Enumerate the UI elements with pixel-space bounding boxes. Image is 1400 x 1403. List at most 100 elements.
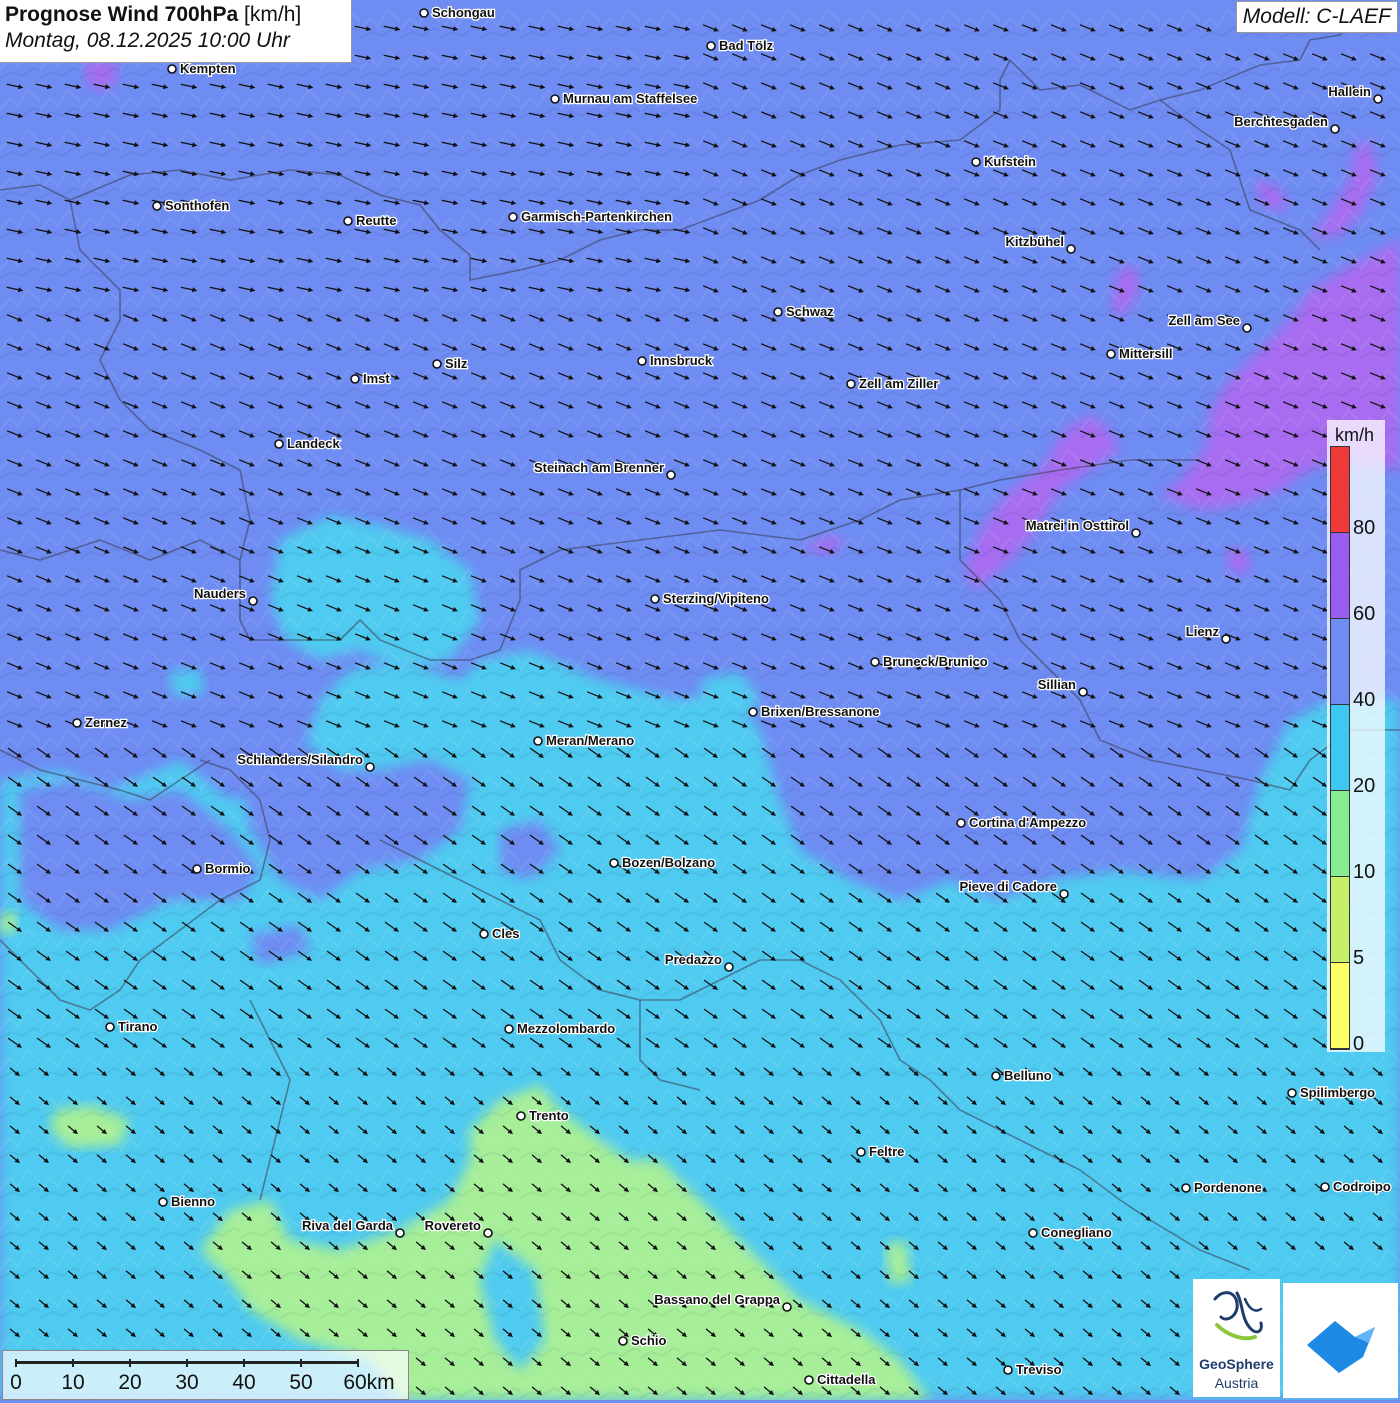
wind-forecast-map[interactable]: Schongau Bad Tölz Kempten Murnau am Staffel… xyxy=(0,0,1400,1400)
legend-segment xyxy=(1331,619,1349,705)
city-label: Silz xyxy=(445,356,468,371)
city-marker[interactable]: Meran/Merano xyxy=(533,732,635,749)
city-marker[interactable]: Sterzing/Vipiteno xyxy=(650,590,770,607)
city-dot xyxy=(274,439,284,449)
city-label: Spilimbergo xyxy=(1300,1085,1375,1100)
city-dot xyxy=(991,1071,1001,1081)
city-dot xyxy=(748,707,758,717)
city-label: Belluno xyxy=(1004,1068,1052,1083)
city-dot xyxy=(1106,349,1116,359)
geosphere-logo-icon xyxy=(1213,1291,1263,1341)
city-label: Kufstein xyxy=(984,154,1036,169)
city-dot xyxy=(365,762,375,772)
city-marker[interactable]: Murnau am Staffelsee xyxy=(550,90,699,107)
city-marker[interactable]: Cortina d'Ampezzo xyxy=(956,814,1088,831)
scale-tick xyxy=(300,1359,302,1367)
city-label: Rovereto xyxy=(425,1218,481,1233)
city-dot xyxy=(870,657,880,667)
scale-bar: 0 10 20 30 40 50 60km xyxy=(2,1350,409,1400)
scale-label: 50 xyxy=(289,1371,313,1394)
city-dot xyxy=(706,41,716,51)
city-marker[interactable]: Spilimbergo xyxy=(1287,1084,1376,1101)
city-label: Schlanders/Silandro xyxy=(237,752,363,767)
city-marker[interactable]: Mezzolombardo xyxy=(504,1020,617,1037)
legend-label: 5 xyxy=(1353,947,1365,969)
city-label: Sonthofen xyxy=(165,198,229,213)
scale-label: 60km xyxy=(343,1371,395,1394)
city-label: Cittadella xyxy=(817,1372,876,1387)
city-label: Bormio xyxy=(205,861,251,876)
city-dot xyxy=(550,94,560,104)
city-label: Predazzo xyxy=(665,952,722,967)
city-marker[interactable]: Conegliano xyxy=(1028,1224,1113,1241)
geosphere-logo[interactable]: GeoSphere Austria xyxy=(1193,1279,1280,1397)
city-marker[interactable]: Bruneck/Brunico xyxy=(870,653,989,670)
city-dot xyxy=(192,864,202,874)
city-label: Reutte xyxy=(356,213,396,228)
scale-label: 0 xyxy=(10,1371,22,1394)
legend-label: 20 xyxy=(1353,775,1376,797)
city-label: Schio xyxy=(631,1333,666,1348)
city-label: Bad Tölz xyxy=(719,38,774,53)
city-dot xyxy=(1287,1088,1297,1098)
city-label: Landeck xyxy=(287,436,341,451)
scale-tick xyxy=(72,1359,74,1367)
legend-segment xyxy=(1331,447,1349,533)
city-dot xyxy=(516,1111,526,1121)
city-dot xyxy=(395,1228,405,1238)
city-marker[interactable]: Innsbruck xyxy=(637,352,714,369)
legend-label: 80 xyxy=(1353,517,1376,539)
city-dot xyxy=(1059,889,1069,899)
map-title-bold: Prognose Wind 700hPa xyxy=(5,3,239,26)
city-marker[interactable]: Schongau xyxy=(419,4,496,21)
city-marker[interactable]: Zell am Ziller xyxy=(846,375,940,392)
legend-segment xyxy=(1331,963,1349,1049)
city-label: Cles xyxy=(492,926,519,941)
city-label: Hallein xyxy=(1328,84,1371,99)
city-label: Sillian xyxy=(1038,677,1076,692)
city-dot xyxy=(105,1022,115,1032)
legend-label: 10 xyxy=(1353,861,1376,883)
city-dot xyxy=(1066,244,1076,254)
city-marker[interactable]: Pordenone xyxy=(1181,1179,1263,1196)
city-dot xyxy=(618,1336,628,1346)
city-marker[interactable]: Brixen/Bressanone xyxy=(748,703,881,720)
city-dot xyxy=(1003,1365,1013,1375)
city-dot xyxy=(1078,687,1088,697)
city-dot xyxy=(1320,1182,1330,1192)
city-label: Innsbruck xyxy=(650,353,713,368)
city-label: Pieve di Cadore xyxy=(959,879,1057,894)
city-dot xyxy=(483,1228,493,1238)
city-label: Codroipo xyxy=(1333,1179,1391,1194)
legend-label: 60 xyxy=(1353,603,1376,625)
city-label: Mittersill xyxy=(1119,346,1172,361)
legend-label: 40 xyxy=(1353,689,1376,711)
city-label: Bienno xyxy=(171,1194,215,1209)
city-marker[interactable]: Bozen/Bolzano xyxy=(609,854,716,871)
city-marker[interactable]: Sonthofen xyxy=(152,197,231,214)
city-marker[interactable]: Garmisch-Partenkirchen xyxy=(508,208,673,225)
legend-segment xyxy=(1331,533,1349,619)
city-label: Nauders xyxy=(194,586,246,601)
city-label: Lienz xyxy=(1186,624,1220,639)
city-dot xyxy=(1131,528,1141,538)
city-dot xyxy=(846,379,856,389)
city-label: Kitzbühel xyxy=(1006,234,1065,249)
map-title: Prognose Wind 700hPa [km/h] xyxy=(5,3,346,27)
city-label: Schongau xyxy=(432,5,495,20)
legend-segment xyxy=(1331,791,1349,877)
city-label: Conegliano xyxy=(1041,1225,1112,1240)
city-label: Meran/Merano xyxy=(546,733,634,748)
city-dot xyxy=(956,818,966,828)
scale-label: 10 xyxy=(61,1371,85,1394)
city-dot xyxy=(432,359,442,369)
city-label: Brixen/Bressanone xyxy=(761,704,880,719)
app-logo[interactable] xyxy=(1283,1283,1398,1398)
city-dot xyxy=(343,216,353,226)
city-dot xyxy=(504,1024,514,1034)
city-label: Bozen/Bolzano xyxy=(622,855,715,870)
city-dot xyxy=(72,718,82,728)
scale-label: 30 xyxy=(175,1371,199,1394)
scale-tick xyxy=(243,1359,245,1367)
city-dot xyxy=(167,64,177,74)
